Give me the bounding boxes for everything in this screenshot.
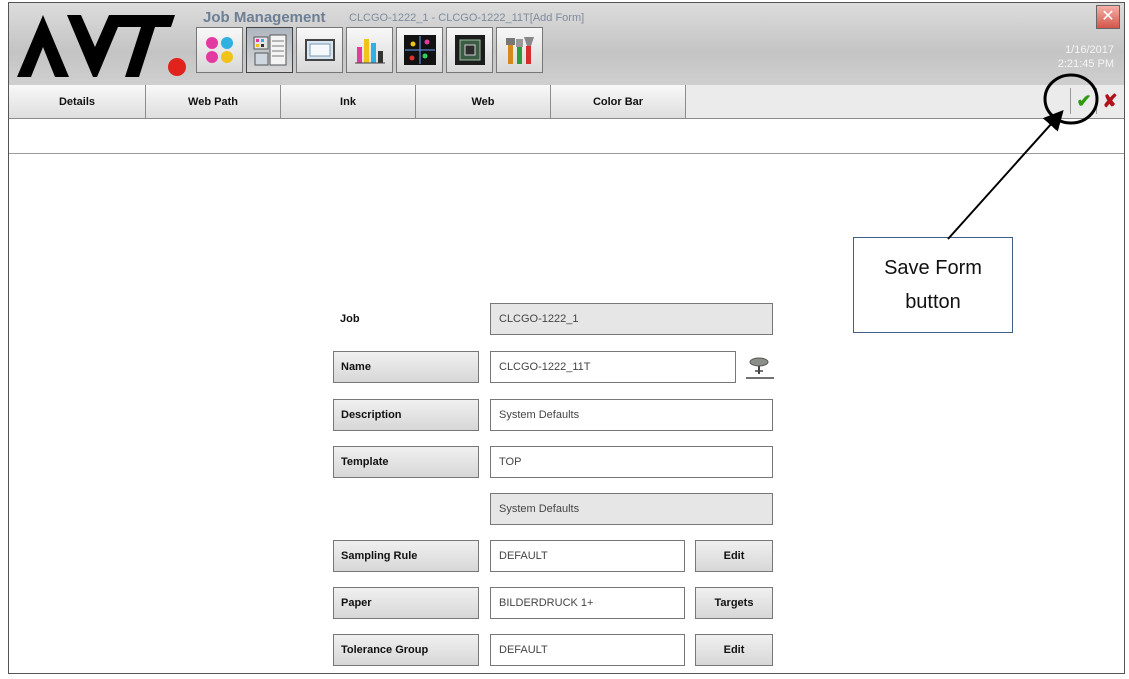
- tab-web-path[interactable]: Web Path: [146, 85, 281, 118]
- tolerance-group-edit-button[interactable]: Edit: [695, 634, 773, 666]
- header-bar: Job Management CLCGO-1222_1 - CLCGO-1222…: [9, 3, 1124, 86]
- description-button[interactable]: Description: [333, 399, 479, 431]
- tab-ink[interactable]: Ink: [281, 85, 416, 118]
- name-field[interactable]: CLCGO-1222_11T: [490, 351, 736, 383]
- scatter-plot-icon: [403, 35, 436, 65]
- job-management-icon: [253, 34, 286, 66]
- template-info-row: System Defaults: [333, 493, 793, 525]
- bar-chart-icon: [354, 39, 385, 64]
- date-label: 1/16/2017: [1065, 44, 1114, 56]
- template-info-field: System Defaults: [490, 493, 773, 525]
- tools-tool-button[interactable]: [496, 27, 543, 73]
- template-button[interactable]: Template: [333, 446, 479, 478]
- description-field[interactable]: System Defaults: [490, 399, 773, 431]
- job-management-tool-button[interactable]: [246, 27, 293, 73]
- tools-icon: [505, 37, 534, 64]
- save-form-callout: Save Form button: [853, 237, 1013, 333]
- callout-line-1: Save Form: [884, 257, 982, 279]
- monitor-icon: [304, 39, 335, 61]
- sampling-rule-row: Sampling Rule DEFAULT Edit: [333, 540, 793, 572]
- job-path: CLCGO-1222_1 - CLCGO-1222_11T[Add Form]: [349, 12, 585, 24]
- color-patches-icon: [205, 37, 233, 63]
- sampling-rule-edit-button[interactable]: Edit: [695, 540, 773, 572]
- form-toolbar-strip: [9, 119, 1124, 154]
- name-row: Name CLCGO-1222_11T: [333, 351, 793, 383]
- time-label: 2:21:45 PM: [1057, 58, 1114, 70]
- form-tab-bar: Details Web Path Ink Web Color Bar: [9, 85, 1124, 119]
- avt-logo: [17, 15, 186, 77]
- job-field: CLCGO-1222_1: [490, 303, 773, 335]
- tolerance-group-button[interactable]: Tolerance Group: [333, 634, 479, 666]
- job-row: Job CLCGO-1222_1: [333, 303, 793, 335]
- callout-line-2: button: [905, 291, 961, 313]
- paper-row: Paper BILDERDRUCK 1+ Targets: [333, 587, 793, 619]
- tab-details[interactable]: Details: [9, 85, 146, 118]
- job-label: Job: [340, 313, 360, 325]
- app-title: Job Management: [203, 9, 326, 26]
- template-field[interactable]: TOP: [490, 446, 773, 478]
- tab-color-bar[interactable]: Color Bar: [551, 85, 686, 118]
- tolerance-group-field[interactable]: DEFAULT: [490, 634, 685, 666]
- color-patches-tool-button[interactable]: [196, 27, 243, 73]
- module-toolbar: [196, 27, 543, 77]
- monitor-tool-button[interactable]: [296, 27, 343, 73]
- scatter-plot-tool-button[interactable]: [396, 27, 443, 73]
- sampling-rule-button[interactable]: Sampling Rule: [333, 540, 479, 572]
- paper-targets-button[interactable]: Targets: [695, 587, 773, 619]
- frame-tool-button[interactable]: [446, 27, 493, 73]
- date-time-display: 1/16/2017 2:21:45 PM: [1058, 43, 1114, 71]
- name-button[interactable]: Name: [333, 351, 479, 383]
- paper-field[interactable]: BILDERDRUCK 1+: [490, 587, 685, 619]
- tab-web[interactable]: Web: [416, 85, 551, 118]
- cancel-form-button[interactable]: ✘: [1096, 88, 1123, 114]
- bar-chart-tool-button[interactable]: [346, 27, 393, 73]
- sampling-rule-field[interactable]: DEFAULT: [490, 540, 685, 572]
- paper-button[interactable]: Paper: [333, 587, 479, 619]
- template-row: Template TOP: [333, 446, 793, 478]
- application-window: Job Management CLCGO-1222_1 - CLCGO-1222…: [8, 2, 1125, 674]
- description-row: Description System Defaults: [333, 399, 793, 431]
- tolerance-group-row: Tolerance Group DEFAULT Edit: [333, 634, 793, 666]
- frame-icon: [454, 35, 485, 65]
- lookup-icon[interactable]: [745, 355, 775, 381]
- close-window-button[interactable]: ✕: [1096, 5, 1120, 29]
- save-form-button[interactable]: ✔: [1070, 88, 1097, 114]
